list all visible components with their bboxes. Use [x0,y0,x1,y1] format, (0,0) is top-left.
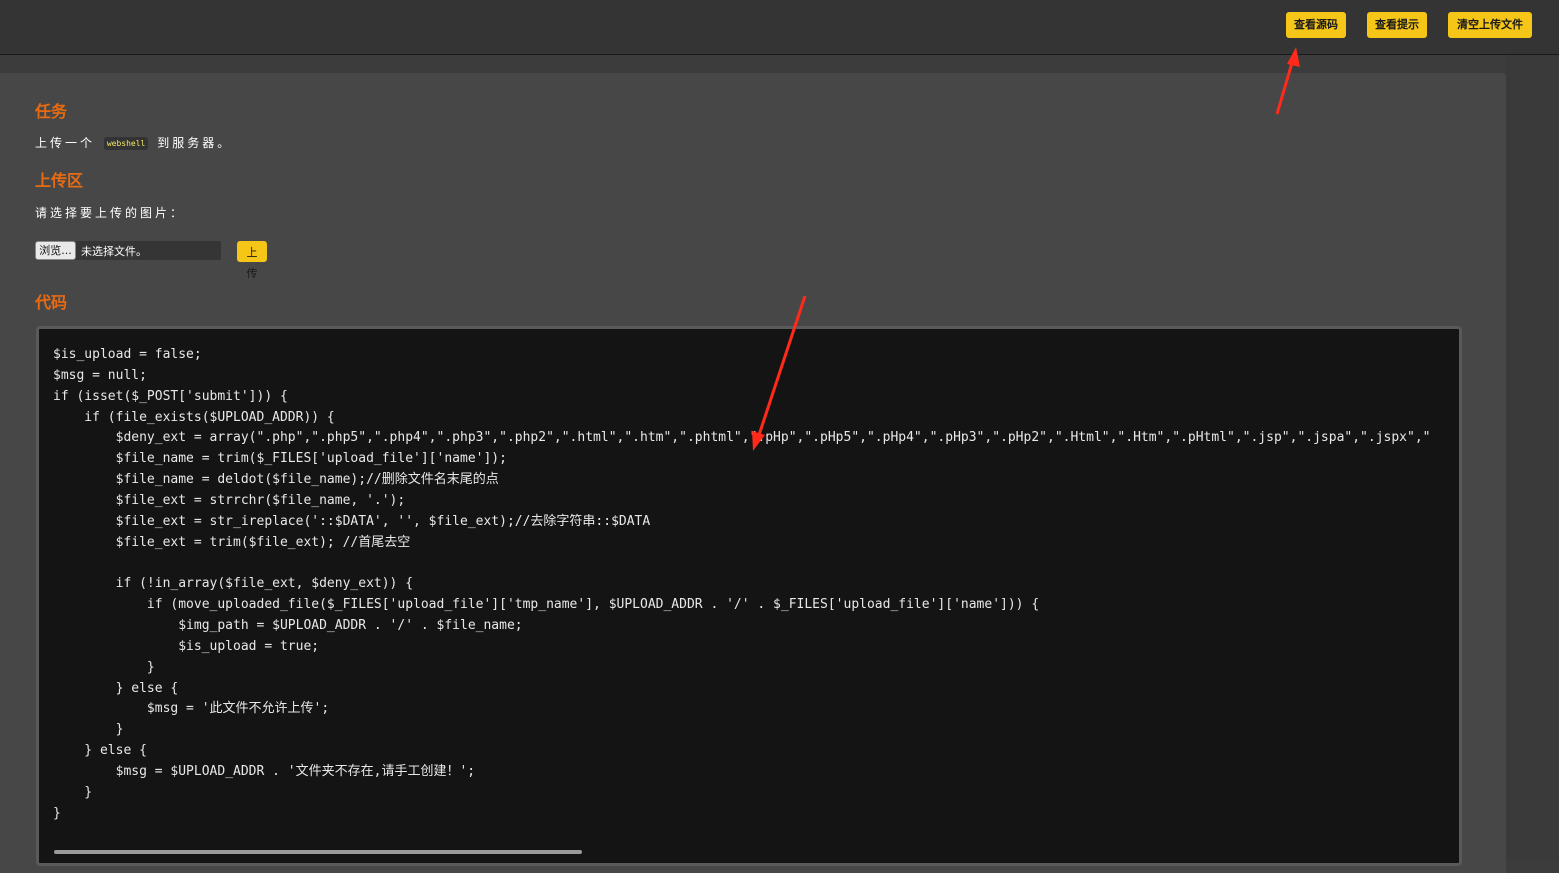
source-code: $is_upload = false; $msg = null; if (iss… [53,345,1431,824]
view-hint-button[interactable]: 查看提示 [1367,12,1427,38]
browse-button[interactable]: 浏览... [35,241,76,260]
page-margin [1506,55,1559,860]
clear-uploads-button[interactable]: 清空上传文件 [1448,12,1532,38]
code-line: } else { [53,680,179,696]
task-text-before: 上传一个 [35,136,96,150]
code-line: $msg = '此文件不允许上传'; [53,701,330,717]
code-line: $file_name = deldot($file_name);//删除文件名末… [53,472,499,488]
horizontal-scrollbar[interactable] [54,850,582,854]
upload-heading: 上传区 [35,171,84,190]
code-line: if (move_uploaded_file($_FILES['upload_f… [53,597,1040,613]
code-line: $deny_ext = array(".php",".php5",".php4"… [53,430,1431,446]
top-bar: 查看源码 查看提示 清空上传文件 [0,0,1559,55]
file-input[interactable]: 浏览... 未选择文件。 [35,241,221,260]
upload-submit-button[interactable]: 上传 [237,241,267,280]
code-line: } [53,784,93,800]
webshell-code-tag: webshell [103,137,149,150]
task-description: 上传一个 webshell 到服务器。 [35,134,232,151]
code-heading: 代码 [35,293,68,312]
upload-prompt: 请选择要上传的图片： [35,206,186,220]
code-line: $file_ext = strrchr($file_name, '.'); [53,492,406,508]
task-heading: 任务 [35,102,68,121]
code-block[interactable]: $is_upload = false; $msg = null; if (iss… [36,326,1462,866]
code-line: $file_ext = trim($file_ext); //首尾去空 [53,534,411,550]
code-line: $msg = null; [53,367,147,383]
code-line: $file_ext = str_ireplace('::$DATA', '', … [53,513,651,529]
code-line: $img_path = $UPLOAD_ADDR . '/' . $file_n… [53,617,523,633]
code-line: if (isset($_POST['submit'])) { [53,388,288,404]
code-line: } [53,659,155,675]
code-line: $file_name = trim($_FILES['upload_file']… [53,451,507,467]
code-line: } [53,722,124,738]
code-line: if (!in_array($file_ext, $deny_ext)) { [53,576,414,592]
code-line: } [53,805,61,821]
task-text-after: 到服务器。 [157,136,233,150]
code-line: $is_upload = true; [53,638,320,654]
view-source-button[interactable]: 查看源码 [1286,12,1346,38]
code-line: if (file_exists($UPLOAD_ADDR)) { [53,409,335,425]
code-line: $msg = $UPLOAD_ADDR . '文件夹不存在,请手工创建！'; [53,763,476,779]
code-line: } else { [53,743,147,759]
file-status-text: 未选择文件。 [81,245,147,258]
code-line: $is_upload = false; [53,347,202,362]
